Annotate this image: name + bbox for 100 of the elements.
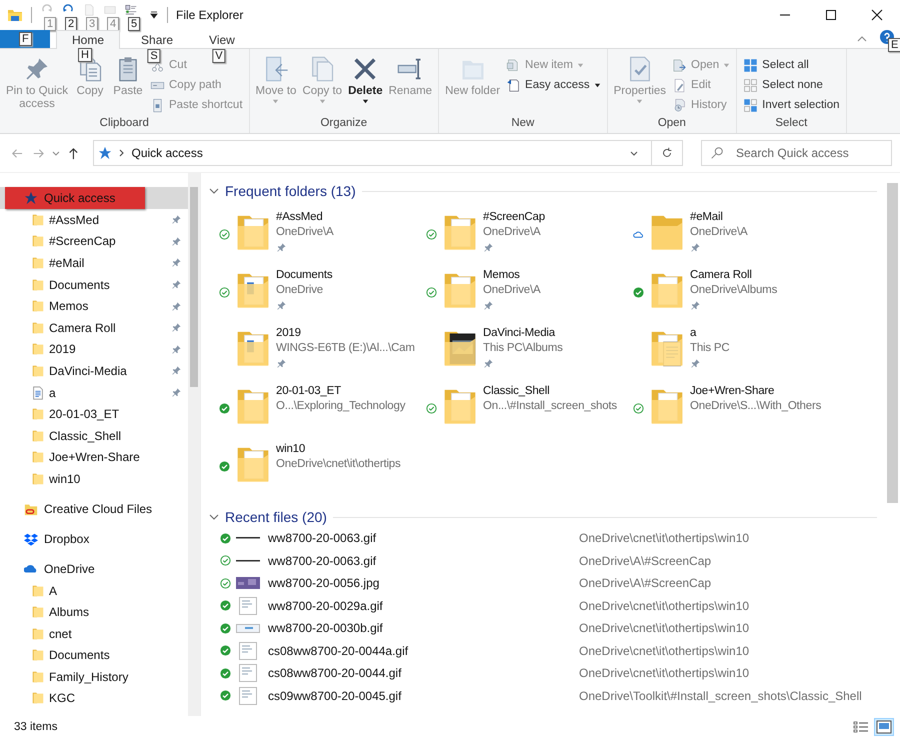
nav-item[interactable]: 20-01-03_ET <box>0 403 188 425</box>
chevron-down-icon[interactable] <box>209 512 219 522</box>
folder-name: DaVinci-Media <box>483 326 556 341</box>
folder-path: OneDrive\S...\With_Others <box>690 399 822 414</box>
pin-icon[interactable] <box>171 344 182 355</box>
section-title[interactable]: Frequent folders (13) <box>225 183 356 199</box>
folder-tile[interactable]: win10 OneDrive\cnet\it\othertips <box>216 439 423 497</box>
ribbon-button[interactable]: Easy access <box>503 75 604 95</box>
easy-access-icon <box>506 78 522 92</box>
nav-item[interactable]: OneDrive <box>0 558 188 580</box>
folder-tile[interactable]: #eMail OneDrive\A <box>630 207 850 265</box>
pin-icon[interactable] <box>171 214 182 226</box>
nav-item[interactable]: Joe+Wren-Share <box>0 446 188 468</box>
nav-item[interactable]: Documents <box>0 644 188 666</box>
nav-item[interactable]: #AssMed <box>0 209 188 231</box>
file-path: OneDrive\cnet\it\othertips\win10 <box>579 644 750 658</box>
pin-icon[interactable] <box>483 242 494 253</box>
ribbon-button[interactable]: Select none <box>740 75 843 95</box>
folder-path: OneDrive\A <box>690 225 748 240</box>
pin-icon[interactable] <box>171 365 182 376</box>
nav-item[interactable]: #ScreenCap <box>0 230 188 252</box>
folder-name: Joe+Wren-Share <box>690 384 776 399</box>
folder-tile[interactable]: DaVinci-Media This PC\Albums <box>423 323 630 381</box>
section-title[interactable]: Recent files (20) <box>225 509 327 525</box>
folder-tile[interactable]: Documents OneDrive <box>216 265 423 323</box>
ribbon-button[interactable]: Invert selection <box>740 95 843 115</box>
ribbon-tab[interactable]: Home <box>56 30 120 49</box>
ribbon-button[interactable]: Delete <box>345 55 386 115</box>
ribbon-tab[interactable]: Share <box>126 31 188 48</box>
folder-tile[interactable]: 20-01-03_ET O...\Exploring_Technology <box>216 381 423 439</box>
panel-icon[interactable] <box>103 3 117 17</box>
nav-item[interactable]: Camera Roll <box>0 316 188 339</box>
details-view-button[interactable] <box>852 719 870 735</box>
folder-path: This PC <box>690 341 730 356</box>
scrollbar-thumb[interactable] <box>190 187 198 387</box>
scrollbar[interactable] <box>188 173 200 716</box>
folder-tile[interactable]: a This PC <box>630 323 850 381</box>
pin-icon[interactable] <box>171 279 182 290</box>
pin-icon[interactable] <box>171 387 182 398</box>
keytip: S <box>147 49 161 63</box>
page-icon[interactable] <box>82 3 96 17</box>
nav-item[interactable]: cnet <box>0 622 188 644</box>
caret-icon <box>318 98 326 105</box>
folder-tile[interactable]: Joe+Wren-Share OneDrive\S...\With_Others <box>630 381 850 439</box>
nav-item[interactable]: Dropbox <box>0 528 188 550</box>
group-label: Organize <box>319 117 368 131</box>
nav-item[interactable]: KGC <box>0 688 188 710</box>
nav-item[interactable]: Documents <box>0 274 188 296</box>
nav-item[interactable]: Family_History <box>0 666 188 688</box>
folder-tile[interactable]: #AssMed OneDrive\A <box>216 207 423 265</box>
folder-icon <box>31 449 45 466</box>
pin-icon[interactable] <box>690 358 701 369</box>
nav-item[interactable]: #eMail <box>0 252 188 274</box>
pin-icon[interactable] <box>276 242 287 253</box>
nav-item[interactable]: Albums <box>0 601 188 623</box>
pin-icon[interactable] <box>276 358 287 369</box>
address-path: Quick access <box>132 146 203 160</box>
keytip: 2 <box>65 17 78 31</box>
nav-item[interactable]: win10 <box>0 468 188 490</box>
folder-tile[interactable]: Classic_Shell On...\#Install_screen_shots <box>423 381 630 439</box>
file-name: ww8700-20-0029a.gif <box>268 598 384 613</box>
nav-item[interactable]: Classic_Shell <box>0 424 188 447</box>
folder-tile[interactable]: Memos OneDrive\A <box>423 265 630 323</box>
file-path: OneDrive\Toolkit\#Install_screen_shots\Classic_Shell <box>579 688 862 703</box>
history-icon <box>672 98 688 112</box>
pin-icon[interactable] <box>276 300 287 311</box>
pin-icon[interactable] <box>171 322 182 334</box>
folder-tile[interactable]: 2019 WINGS-E6TB (E:)\Al...\Cam <box>216 323 423 381</box>
pin-icon[interactable] <box>171 257 182 268</box>
ribbon-button[interactable]: Select all <box>740 55 843 75</box>
chevron-down-icon[interactable] <box>209 186 219 196</box>
nav-item[interactable]: Memos <box>0 295 188 317</box>
pin-icon[interactable] <box>171 300 182 312</box>
caret-icon[interactable] <box>149 10 159 20</box>
scrollbar-thumb[interactable] <box>887 183 898 503</box>
nav-item[interactable]: Quick access <box>0 187 188 209</box>
ribbon-tab[interactable]: View <box>194 31 250 48</box>
pin-icon[interactable] <box>690 242 701 253</box>
folder-path: OneDrive\A <box>483 283 540 298</box>
nav-item[interactable]: 2019 <box>0 338 188 360</box>
list-icon[interactable] <box>124 3 138 17</box>
pin-icon[interactable] <box>690 300 701 311</box>
group-label: Open <box>656 117 687 131</box>
address-bar[interactable]: Quick access <box>92 140 683 166</box>
folder-icon <box>31 647 45 664</box>
pin-icon[interactable] <box>483 300 494 311</box>
folder-path: OneDrive <box>276 283 324 298</box>
nav-item[interactable]: Creative Cloud Files <box>0 498 188 520</box>
folder-tile[interactable]: Camera Roll OneDrive\Albums <box>630 265 850 323</box>
document-icon <box>31 384 45 401</box>
folder-tile[interactable]: #ScreenCap OneDrive\A <box>423 207 630 265</box>
large-icons-view-button[interactable] <box>874 718 894 736</box>
pin-icon[interactable] <box>171 236 182 247</box>
nav-item[interactable]: DaVinci-Media <box>0 360 188 382</box>
file-tab[interactable]: F <box>0 30 50 48</box>
pin-icon[interactable] <box>483 358 494 369</box>
nav-item[interactable]: a <box>0 382 188 404</box>
nav-item[interactable]: A <box>0 580 188 602</box>
search-field[interactable]: Search Quick access <box>701 140 892 166</box>
folder-path: OneDrive\A <box>276 225 334 240</box>
